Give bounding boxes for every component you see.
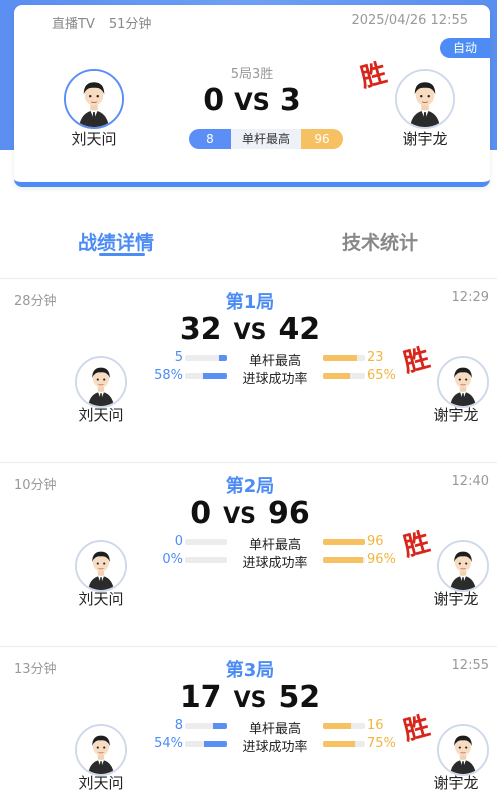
vs-label: VS xyxy=(233,688,267,713)
frame-score: 0 VS 96 xyxy=(160,496,340,531)
stat-row: 8 单杆最高 16 xyxy=(150,718,400,737)
stat-row: 58% 进球成功率 65% xyxy=(150,368,400,387)
frame-duration: 28分钟 xyxy=(14,294,57,309)
frame-time: 12:40 xyxy=(451,474,489,489)
frame-right-score: 52 xyxy=(278,680,321,715)
right-stat-bar xyxy=(323,741,365,747)
match-format: 5局3胜 xyxy=(230,67,274,82)
left-stat-value: 0% xyxy=(162,552,183,567)
left-stat-bar xyxy=(185,557,227,563)
left-stat-value: 8 xyxy=(174,718,183,733)
highest-break-bar: 8 单杆最高 96 xyxy=(189,129,343,149)
stat-label: 单杆最高 xyxy=(248,722,301,737)
left-stat-bar xyxy=(185,741,227,747)
tab-record-details[interactable]: 战绩详情 xyxy=(78,228,154,255)
left-player-name: 刘天问 xyxy=(71,130,117,148)
frame-duration: 10分钟 xyxy=(14,478,57,493)
left-stat-bar xyxy=(185,373,227,379)
stat-label: 单杆最高 xyxy=(248,354,301,369)
left-stat-value: 5 xyxy=(174,350,183,365)
left-total-score: 0 xyxy=(203,83,225,118)
stat-label: 单杆最高 xyxy=(248,538,301,553)
frame-right-player-name: 谢宇龙 xyxy=(433,590,479,608)
active-tab-indicator xyxy=(99,253,145,256)
match-duration: 51分钟 xyxy=(108,17,152,32)
left-stat-value: 0 xyxy=(174,534,183,549)
right-stat-bar xyxy=(323,373,365,379)
frame-left-player-name: 刘天问 xyxy=(78,774,124,792)
stat-label: 进球成功率 xyxy=(242,372,308,387)
right-highest-break: 96 xyxy=(301,129,343,149)
frame-right-avatar[interactable] xyxy=(437,724,489,776)
frame-score: 17 VS 52 xyxy=(160,680,340,715)
right-total-score: 3 xyxy=(279,83,301,118)
frame-card[interactable]: 13分钟 第3局 12:55 17 VS 52 8 单杆最高 16 54% 进球成功… xyxy=(0,646,497,797)
stat-row: 5 单杆最高 23 xyxy=(150,350,400,369)
right-stat-value: 96% xyxy=(367,552,396,567)
highest-break-label: 单杆最高 xyxy=(231,129,301,149)
frame-title: 第2局 xyxy=(225,476,275,497)
right-stat-bar xyxy=(323,723,365,729)
frame-right-avatar[interactable] xyxy=(437,540,489,592)
stat-row: 0 单杆最高 96 xyxy=(150,534,400,553)
right-player-avatar[interactable] xyxy=(395,69,455,129)
frame-right-avatar[interactable] xyxy=(437,356,489,408)
frame-title: 第1局 xyxy=(225,292,275,313)
tab-tech-stats[interactable]: 技术统计 xyxy=(342,228,418,255)
vs-label: VS xyxy=(234,88,270,116)
frame-left-score: 17 xyxy=(179,680,222,715)
frame-left-player-name: 刘天问 xyxy=(78,590,124,608)
stat-label: 进球成功率 xyxy=(242,556,308,571)
left-highest-break: 8 xyxy=(189,129,231,149)
vs-label: VS xyxy=(223,504,256,529)
frame-right-player-name: 谢宇龙 xyxy=(433,774,479,792)
left-stat-bar xyxy=(185,539,227,545)
right-player-name: 谢宇龙 xyxy=(402,130,448,148)
vs-label: VS xyxy=(233,320,267,345)
frame-score: 32 VS 42 xyxy=(160,312,340,347)
source-name: 直播TV xyxy=(52,17,95,32)
stat-row: 0% 进球成功率 96% xyxy=(150,552,400,571)
frame-left-player-name: 刘天问 xyxy=(78,406,124,424)
frame-time: 12:55 xyxy=(451,658,489,673)
frame-left-score: 0 xyxy=(190,496,212,531)
frame-card[interactable]: 28分钟 第1局 12:29 32 VS 42 5 单杆最高 23 58% 进球成功… xyxy=(0,278,497,458)
frame-right-player-name: 谢宇龙 xyxy=(433,406,479,424)
match-score: 0 VS 3 xyxy=(164,83,340,118)
left-stat-bar xyxy=(185,723,227,729)
frame-left-score: 32 xyxy=(179,312,222,347)
match-datetime: 2025/04/26 12:55 xyxy=(351,13,468,28)
frame-left-avatar[interactable] xyxy=(75,356,127,408)
winner-mark: 胜 xyxy=(357,58,391,94)
frame-duration: 13分钟 xyxy=(14,662,57,677)
frame-title: 第3局 xyxy=(225,660,275,681)
frame-right-score: 96 xyxy=(268,496,310,531)
right-stat-value: 75% xyxy=(367,736,396,751)
right-stat-bar xyxy=(323,355,365,361)
frame-left-avatar[interactable] xyxy=(75,724,127,776)
left-stat-bar xyxy=(185,355,227,361)
frame-card[interactable]: 10分钟 第2局 12:40 0 VS 96 0 单杆最高 96 0% 进球成功率 … xyxy=(0,462,497,642)
frame-left-avatar[interactable] xyxy=(75,540,127,592)
source-info: 直播TV 51分钟 xyxy=(52,13,151,32)
right-stat-value: 65% xyxy=(367,368,396,383)
stat-label: 进球成功率 xyxy=(242,740,308,755)
auto-badge[interactable]: 自动 xyxy=(440,38,490,58)
stat-row: 54% 进球成功率 75% xyxy=(150,736,400,755)
left-stat-value: 58% xyxy=(154,368,183,383)
frame-right-score: 42 xyxy=(278,312,321,347)
left-stat-value: 54% xyxy=(154,736,183,751)
match-summary-card: 直播TV 51分钟 2025/04/26 12:55 自动 刘天问 谢宇龙 胜 5… xyxy=(14,5,490,187)
right-stat-bar xyxy=(323,539,365,545)
left-player-avatar[interactable] xyxy=(64,69,124,129)
right-stat-bar xyxy=(323,557,365,563)
frame-time: 12:29 xyxy=(451,290,489,305)
